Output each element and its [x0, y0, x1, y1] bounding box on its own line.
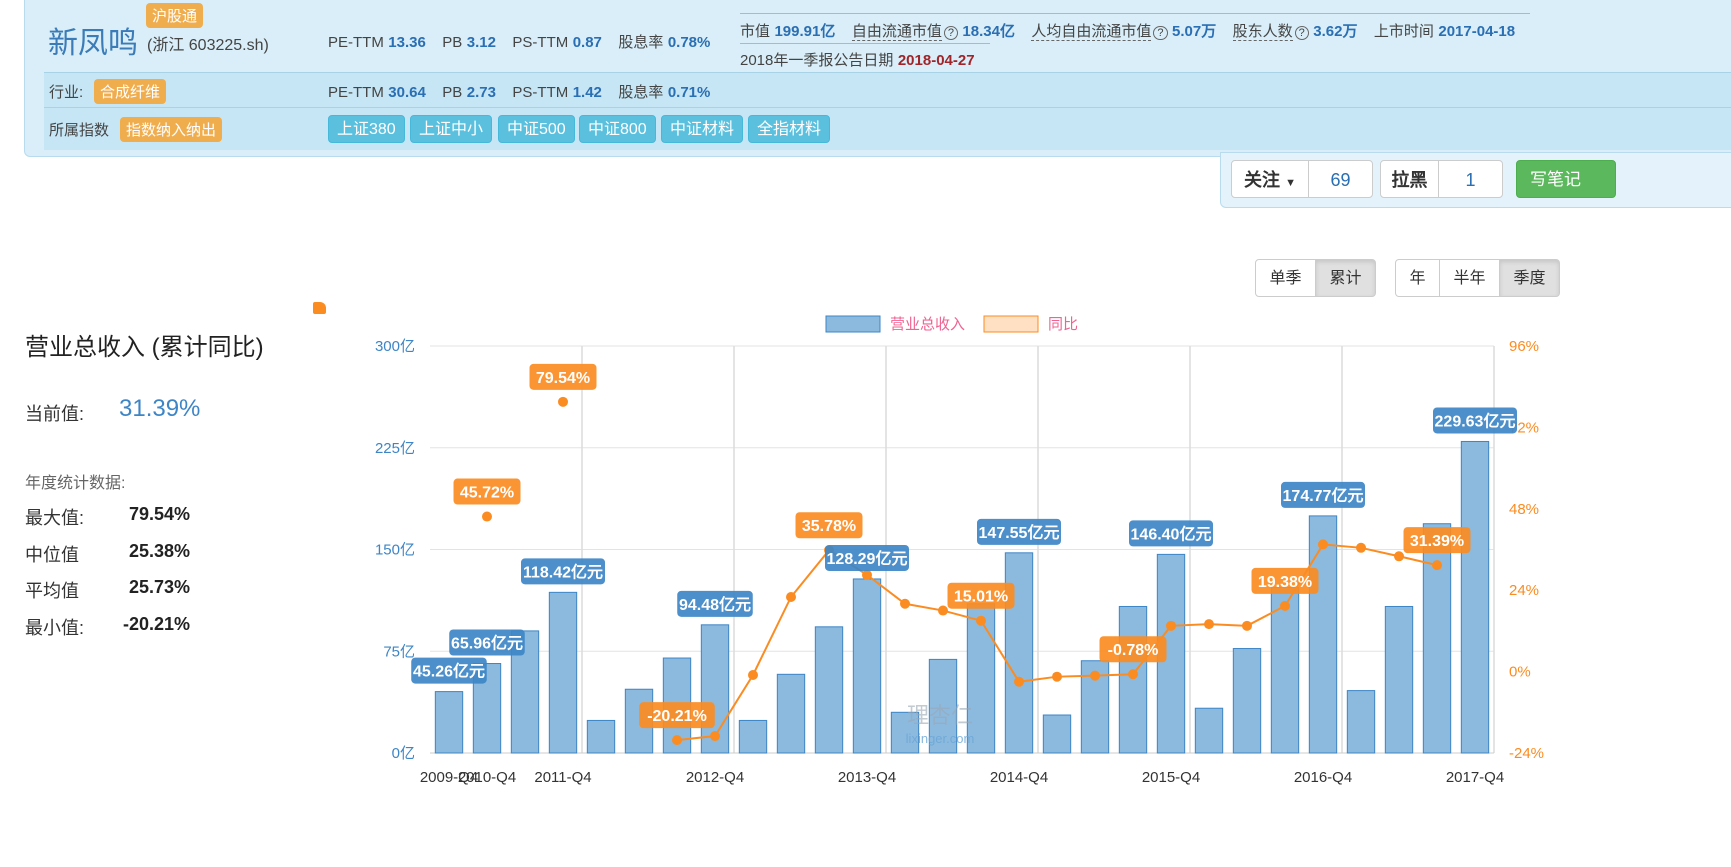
revenue-bar	[776, 673, 806, 754]
yoy-point	[1090, 670, 1100, 681]
y-left-tick: 150亿	[375, 542, 415, 559]
yoy-point	[1014, 676, 1024, 687]
legend-yoy-label: 同比	[1048, 316, 1078, 333]
x-tick-label: 2014-Q4	[990, 769, 1048, 786]
revenue-data-label: 146.40亿元	[1131, 524, 1212, 543]
yoy-point	[938, 605, 948, 616]
yoy-point	[1128, 669, 1138, 680]
revenue-bar	[814, 626, 844, 754]
revenue-data-label: 65.96亿元	[451, 634, 523, 653]
yoy-point	[976, 615, 986, 626]
legend-yoy-swatch	[983, 315, 1039, 333]
y-right-tick: 48%	[1509, 501, 1539, 518]
yoy-point	[748, 669, 758, 680]
yoy-point	[710, 731, 720, 742]
yoy-point	[1204, 619, 1214, 630]
y-right-tick: -24%	[1509, 745, 1544, 762]
yoy-data-label: 35.78%	[802, 518, 856, 535]
revenue-bar	[1346, 690, 1376, 754]
revenue-bar	[738, 719, 768, 754]
revenue-bar	[1194, 707, 1224, 754]
yoy-data-label: -0.78%	[1108, 642, 1159, 659]
yoy-point	[786, 591, 796, 602]
revenue-bar	[434, 691, 464, 754]
x-tick-label: 2010-Q4	[458, 769, 516, 786]
x-tick-label: 2012-Q4	[686, 769, 744, 786]
yoy-data-label: 79.54%	[536, 370, 590, 387]
revenue-bar	[1270, 586, 1300, 754]
yoy-point	[1356, 542, 1366, 553]
yoy-point	[482, 511, 492, 522]
revenue-data-label: 94.48亿元	[679, 595, 751, 614]
y-left-tick: 0亿	[392, 745, 415, 762]
y-right-tick: 96%	[1509, 338, 1539, 355]
x-tick-label: 2017-Q4	[1446, 769, 1504, 786]
yoy-data-label: 31.39%	[1410, 533, 1464, 550]
revenue-bar	[1232, 648, 1262, 754]
revenue-bar	[1384, 605, 1414, 754]
yoy-point	[1280, 600, 1290, 611]
x-tick-label: 2013-Q4	[838, 769, 896, 786]
x-tick-label: 2011-Q4	[534, 769, 591, 786]
revenue-bar	[586, 719, 616, 754]
revenue-data-label: 128.29亿元	[827, 549, 908, 568]
revenue-data-label: 229.63亿元	[1435, 411, 1516, 430]
revenue-data-label: 147.55亿元	[979, 523, 1060, 542]
revenue-bar	[1422, 523, 1452, 754]
revenue-data-label: 174.77亿元	[1283, 486, 1364, 505]
revenue-bar	[1460, 440, 1490, 754]
y-left-tick: 225亿	[375, 440, 415, 457]
yoy-data-label: 45.72%	[460, 485, 514, 502]
y-left-tick: 75亿	[383, 643, 415, 660]
yoy-point	[558, 396, 568, 407]
revenue-data-label: 45.26亿元	[413, 662, 485, 681]
revenue-bar	[1042, 714, 1072, 754]
revenue-bar	[852, 578, 882, 754]
legend-revenue-swatch	[825, 315, 881, 333]
yoy-point	[1242, 620, 1252, 631]
yoy-point	[672, 735, 682, 746]
legend-revenue-label: 营业总收入	[890, 316, 965, 333]
yoy-point	[1052, 671, 1062, 682]
x-tick-label: 2016-Q4	[1294, 769, 1352, 786]
y-right-tick: 0%	[1509, 664, 1531, 681]
yoy-point	[1318, 539, 1328, 550]
yoy-data-label: 19.38%	[1258, 574, 1312, 591]
revenue-bar	[1118, 605, 1148, 754]
x-tick-label: 2015-Q4	[1142, 769, 1200, 786]
yoy-point	[1432, 560, 1442, 571]
y-right-tick: 24%	[1509, 582, 1539, 599]
yoy-data-label: 15.01%	[954, 589, 1008, 606]
revenue-chart: 0亿75亿150亿225亿300亿-24%0%24%48%72%96%2009-…	[375, 315, 1544, 786]
revenue-bar	[1308, 515, 1338, 754]
yoy-point	[900, 598, 910, 609]
yoy-point	[1394, 551, 1404, 562]
yoy-point	[1166, 620, 1176, 631]
revenue-bar	[548, 591, 578, 754]
watermark-url: lixinger.com	[906, 731, 975, 746]
watermark-logo: 理杏仁	[907, 703, 973, 728]
yoy-point	[862, 569, 872, 580]
y-left-tick: 300亿	[375, 338, 415, 355]
yoy-data-label: -20.21%	[647, 708, 707, 725]
revenue-data-label: 118.42亿元	[523, 562, 603, 581]
